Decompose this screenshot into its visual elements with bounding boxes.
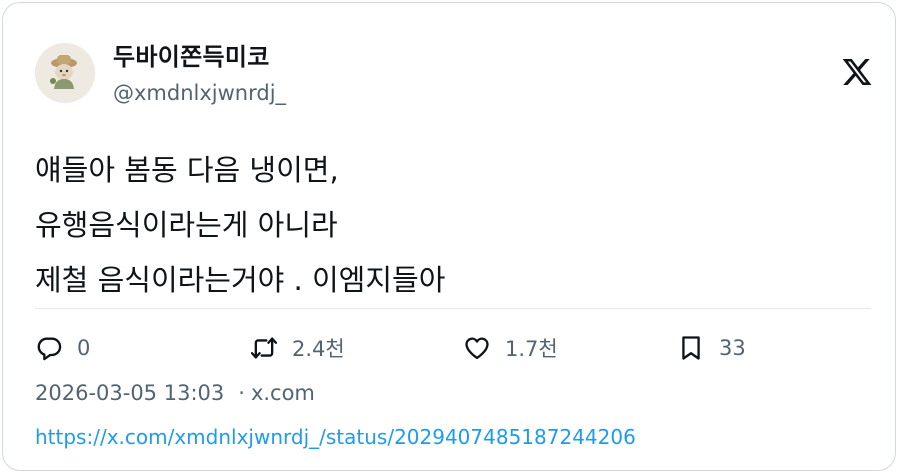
reply-count: 0: [77, 336, 91, 360]
tweet-line: 얘들아 봄동 다음 냉이면,: [35, 153, 339, 187]
avatar-image: [35, 43, 95, 103]
tweet-card: 두바이쫀득미코 @xmdnlxjwnrdj_ 얘들아 봄동 다음 냉이면, 유행…: [2, 2, 896, 471]
tweet-meta: 2026-03-05 13:03 · x.com: [35, 381, 315, 405]
retweet-icon: [250, 337, 278, 359]
tweet-link[interactable]: https://x.com/xmdnlxjwnrdj_/status/20294…: [35, 425, 636, 449]
tweet-text: 얘들아 봄동 다음 냉이면, 유행음식이라는게 아니라 제철 음식이라는거야 .…: [35, 143, 445, 308]
timestamp[interactable]: 2026-03-05 13:03: [35, 381, 224, 405]
source-label[interactable]: x.com: [251, 381, 315, 405]
bookmark-count: 33: [719, 336, 746, 360]
bookmark-button[interactable]: 33: [677, 333, 746, 363]
meta-separator: ·: [238, 381, 245, 405]
display-name[interactable]: 두바이쫀득미코: [113, 37, 270, 72]
tweet-line: 유행음식이라는게 아니라: [35, 208, 338, 242]
reply-button[interactable]: 0: [35, 333, 90, 363]
bookmark-icon: [682, 336, 700, 360]
user-handle[interactable]: @xmdnlxjwnrdj_: [113, 81, 286, 105]
x-logo-icon[interactable]: [841, 56, 873, 88]
like-icon: [465, 337, 489, 360]
reply-icon: [37, 337, 62, 361]
divider: [35, 308, 871, 309]
tweet-line: 제철 음식이라는거야 . 이엠지들아: [35, 263, 446, 297]
retweet-count: 2.4천: [292, 337, 345, 361]
like-count: 1.7천: [505, 337, 558, 361]
like-button[interactable]: 1.7천: [463, 333, 558, 363]
avatar[interactable]: [35, 43, 95, 103]
retweet-button[interactable]: 2.4천: [250, 333, 345, 363]
